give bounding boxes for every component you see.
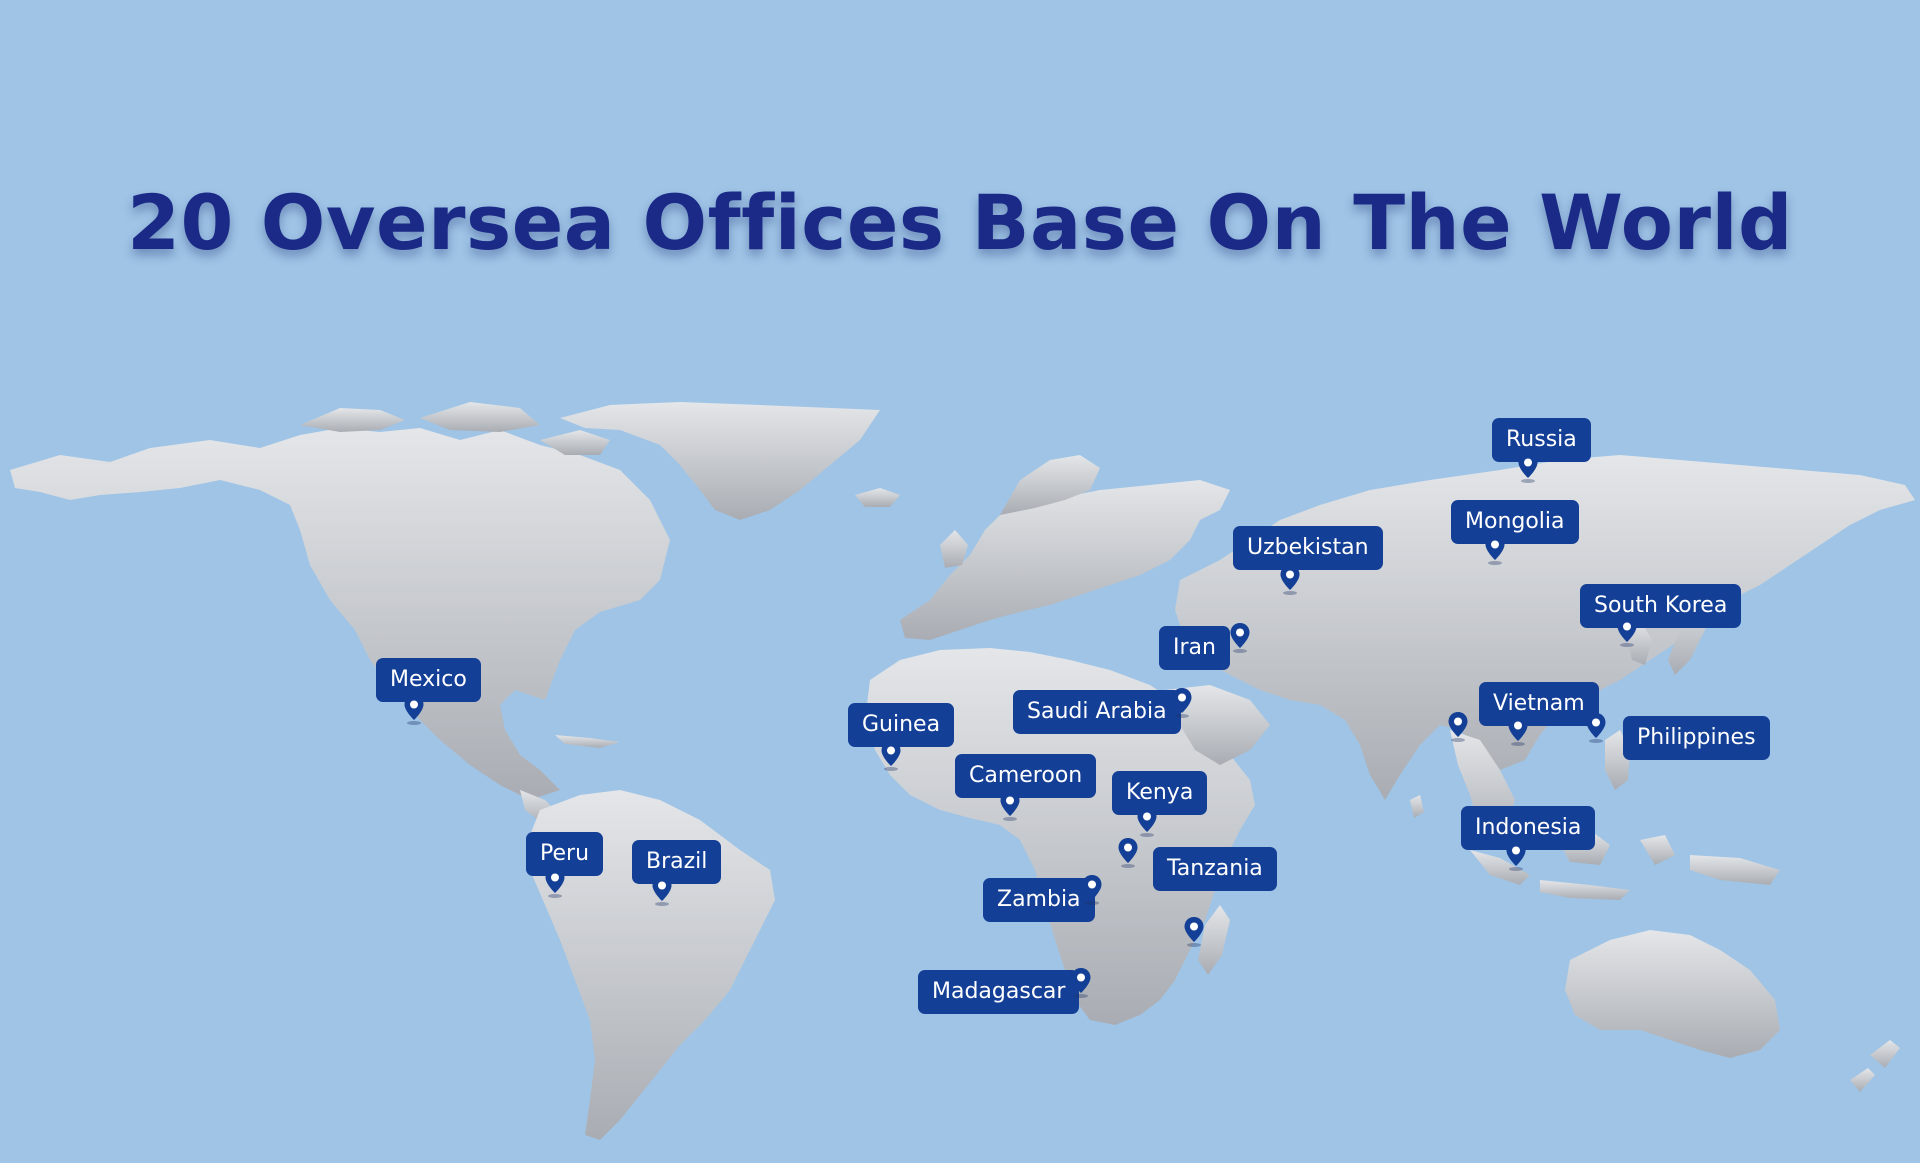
australia-landmass	[1565, 930, 1780, 1058]
map-pin-icon[interactable]	[1229, 622, 1251, 654]
office-label-zambia[interactable]: Zambia	[983, 878, 1095, 922]
office-label-iran[interactable]: Iran	[1159, 626, 1230, 670]
page-title: 20 Oversea Offices Base On The World	[127, 178, 1793, 267]
map-pin-icon[interactable]	[1585, 712, 1607, 744]
map-pin-icon[interactable]	[1616, 616, 1638, 648]
office-label-south-korea[interactable]: South Korea	[1580, 584, 1742, 628]
map-pin-icon[interactable]	[1171, 687, 1193, 719]
map-pin-icon[interactable]	[1505, 840, 1527, 872]
map-pin-icon[interactable]	[544, 867, 566, 899]
office-label-saudi-arabia[interactable]: Saudi Arabia	[1013, 690, 1181, 734]
office-label-mexico[interactable]: Mexico	[376, 658, 481, 702]
office-label-philippines[interactable]: Philippines	[1623, 716, 1770, 760]
office-label-cameroon[interactable]: Cameroon	[955, 754, 1097, 798]
map-pin-icon[interactable]	[1447, 711, 1469, 743]
map-pin-icon[interactable]	[1070, 967, 1092, 999]
map-pin-icon[interactable]	[1117, 837, 1139, 869]
map-pin-icon[interactable]	[1507, 715, 1529, 747]
map-pin-icon[interactable]	[403, 694, 425, 726]
office-label-madagascar[interactable]: Madagascar	[918, 970, 1080, 1014]
map-pin-icon[interactable]	[1279, 564, 1301, 596]
map-pin-icon[interactable]	[1081, 874, 1103, 906]
arctic-islands	[300, 408, 405, 432]
office-label-uzbekistan[interactable]: Uzbekistan	[1233, 526, 1383, 570]
map-pin-icon[interactable]	[651, 875, 673, 907]
office-label-russia[interactable]: Russia	[1492, 418, 1591, 462]
map-pin-icon[interactable]	[1517, 452, 1539, 484]
map-pin-icon[interactable]	[1183, 916, 1205, 948]
office-label-mongolia[interactable]: Mongolia	[1451, 500, 1579, 544]
office-label-indonesia[interactable]: Indonesia	[1461, 806, 1596, 850]
map-pin-icon[interactable]	[1484, 534, 1506, 566]
map-pin-icon[interactable]	[880, 740, 902, 772]
office-label-tanzania[interactable]: Tanzania	[1153, 847, 1277, 891]
office-label-brazil[interactable]: Brazil	[632, 840, 722, 884]
office-label-kenya[interactable]: Kenya	[1112, 771, 1208, 815]
office-label-vietnam[interactable]: Vietnam	[1479, 682, 1599, 726]
map-pin-icon[interactable]	[999, 790, 1021, 822]
map-pin-icon[interactable]	[1136, 806, 1158, 838]
